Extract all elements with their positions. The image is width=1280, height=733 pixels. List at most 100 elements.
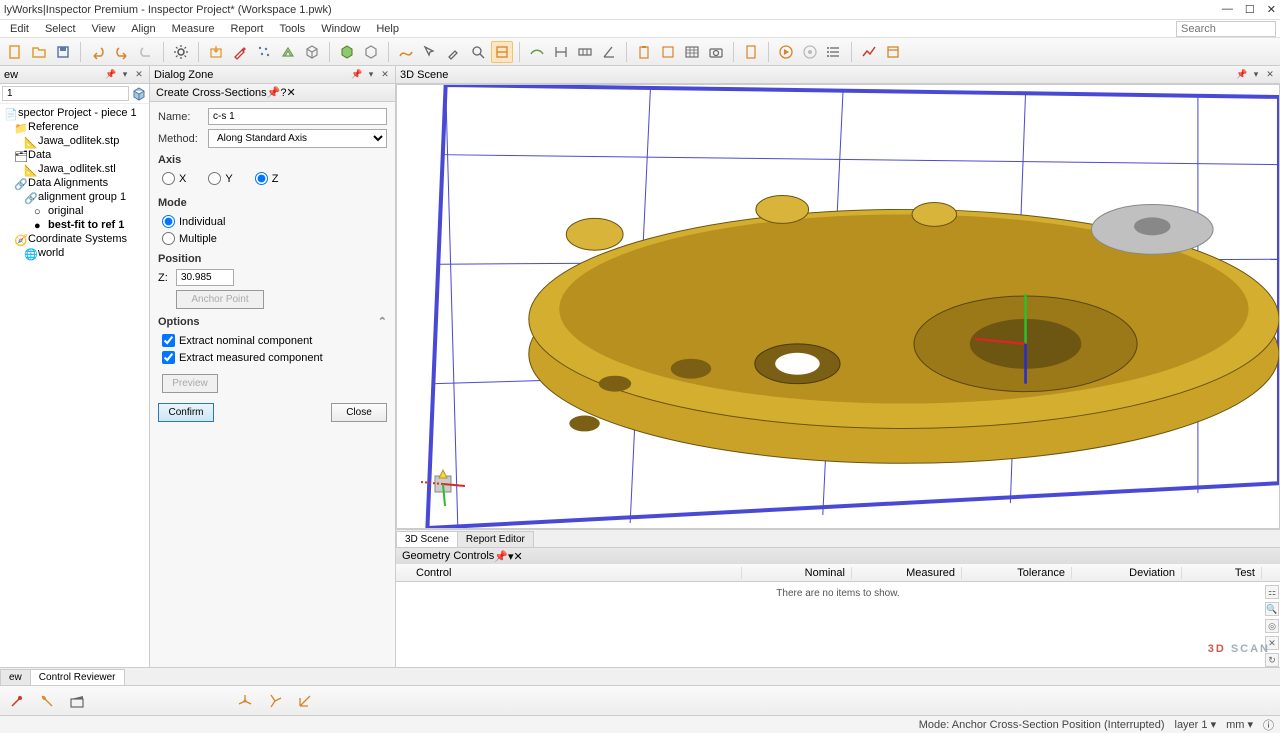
col-deviation[interactable]: Deviation: [1072, 567, 1182, 579]
tree-item[interactable]: ●best-fit to ref 1: [0, 218, 149, 232]
close-panel-icon[interactable]: ✕: [1264, 69, 1276, 81]
menu-report[interactable]: Report: [224, 21, 269, 37]
preview-button[interactable]: Preview: [162, 374, 218, 393]
dropdown-icon[interactable]: ▾: [365, 69, 377, 81]
close-icon[interactable]: ✕: [286, 86, 295, 99]
pin-icon[interactable]: 📌: [105, 69, 117, 81]
redo-icon[interactable]: [111, 41, 133, 63]
pin-icon[interactable]: 📌: [351, 69, 363, 81]
confirm-button[interactable]: Confirm: [158, 403, 214, 422]
probe2-icon[interactable]: [6, 690, 28, 712]
note-icon[interactable]: [657, 41, 679, 63]
tree-item[interactable]: 🔗alignment group 1: [0, 190, 149, 204]
settings-icon[interactable]: [170, 41, 192, 63]
import-icon[interactable]: [205, 41, 227, 63]
mesh-icon[interactable]: [277, 41, 299, 63]
method-select[interactable]: Along Standard Axis: [208, 129, 387, 148]
window-icon[interactable]: [882, 41, 904, 63]
pin-icon[interactable]: 📌: [494, 550, 508, 563]
geo-delete-icon[interactable]: ✕: [1265, 636, 1279, 650]
pick-icon[interactable]: [419, 41, 441, 63]
tree-item[interactable]: 🔗Data Alignments: [0, 176, 149, 190]
zoom-icon[interactable]: [467, 41, 489, 63]
search-input[interactable]: [1176, 21, 1276, 37]
col-tolerance[interactable]: Tolerance: [962, 567, 1072, 579]
table-icon[interactable]: [681, 41, 703, 63]
axes3-icon[interactable]: [294, 690, 316, 712]
geo-filter-icon[interactable]: ⚏: [1265, 585, 1279, 599]
close-panel-icon[interactable]: ✕: [379, 69, 391, 81]
shade-icon[interactable]: [360, 41, 382, 63]
angle-icon[interactable]: [598, 41, 620, 63]
dropdown-icon[interactable]: ▾: [119, 69, 131, 81]
tab-3d-scene[interactable]: 3D Scene: [396, 531, 458, 547]
col-test[interactable]: Test: [1182, 567, 1262, 579]
play-icon[interactable]: [775, 41, 797, 63]
section-icon[interactable]: [491, 41, 513, 63]
tree-item[interactable]: 🧭Coordinate Systems: [0, 232, 149, 246]
tab-control-reviewer[interactable]: Control Reviewer: [30, 669, 125, 685]
pin-icon[interactable]: 📌: [1236, 69, 1248, 81]
report-icon[interactable]: [740, 41, 762, 63]
model-icon[interactable]: [301, 41, 323, 63]
tree-item[interactable]: 📁Reference: [0, 120, 149, 134]
new-icon[interactable]: [4, 41, 26, 63]
caliper-icon[interactable]: [550, 41, 572, 63]
chart-icon[interactable]: [858, 41, 880, 63]
close-button[interactable]: ✕: [1267, 3, 1276, 16]
camera-icon[interactable]: [705, 41, 727, 63]
open-icon[interactable]: [28, 41, 50, 63]
dropdown-icon[interactable]: ▾: [1250, 69, 1262, 81]
tree-item[interactable]: 📐Jawa_odlitek.stl: [0, 162, 149, 176]
minimize-button[interactable]: —: [1222, 3, 1233, 16]
pin-icon[interactable]: 📌: [267, 86, 281, 99]
axis-x-radio[interactable]: X: [162, 172, 186, 185]
undo-icon[interactable]: [87, 41, 109, 63]
view-cube-icon[interactable]: [336, 41, 358, 63]
save-icon[interactable]: [52, 41, 74, 63]
eyedrop-icon[interactable]: [443, 41, 465, 63]
menu-measure[interactable]: Measure: [166, 21, 221, 37]
3d-viewport[interactable]: [396, 84, 1280, 529]
mode-individual-radio[interactable]: Individual: [162, 215, 387, 228]
tree-item[interactable]: 📄spector Project - piece 1: [0, 106, 149, 120]
geo-search-icon[interactable]: 🔍: [1265, 602, 1279, 616]
tree-combo[interactable]: 1: [2, 86, 129, 101]
menu-select[interactable]: Select: [39, 21, 82, 37]
points-icon[interactable]: [253, 41, 275, 63]
redo2-icon[interactable]: [135, 41, 157, 63]
extract-nominal-checkbox[interactable]: Extract nominal component: [162, 334, 387, 347]
axis-y-radio[interactable]: Y: [208, 172, 232, 185]
list-icon[interactable]: [823, 41, 845, 63]
axis-z-radio[interactable]: Z: [255, 172, 279, 185]
cube-icon[interactable]: [131, 86, 147, 102]
record-icon[interactable]: [799, 41, 821, 63]
view-triad[interactable]: [417, 458, 467, 508]
probe-icon[interactable]: [229, 41, 251, 63]
status-info-icon[interactable]: ⓘ: [1263, 717, 1274, 733]
tab-view[interactable]: ew: [0, 669, 31, 685]
tree-item[interactable]: ○original: [0, 204, 149, 218]
gdnt-icon[interactable]: [574, 41, 596, 63]
menu-align[interactable]: Align: [125, 21, 161, 37]
name-field[interactable]: [208, 108, 387, 125]
menu-tools[interactable]: Tools: [274, 21, 312, 37]
position-field[interactable]: [176, 269, 234, 286]
project-tree[interactable]: 📄spector Project - piece 1📁Reference📐Jaw…: [0, 104, 149, 667]
caliper2-icon[interactable]: [36, 690, 58, 712]
col-measured[interactable]: Measured: [852, 567, 962, 579]
clapper-icon[interactable]: [66, 690, 88, 712]
menu-edit[interactable]: Edit: [4, 21, 35, 37]
tree-item[interactable]: 📐Jawa_odlitek.stp: [0, 134, 149, 148]
close-panel-icon[interactable]: ✕: [514, 550, 523, 563]
geo-target-icon[interactable]: ◎: [1265, 619, 1279, 633]
anchor-point-button[interactable]: Anchor Point: [176, 290, 264, 309]
curve-icon[interactable]: [395, 41, 417, 63]
tree-item[interactable]: 🗂Data: [0, 148, 149, 162]
maximize-button[interactable]: ☐: [1245, 3, 1255, 16]
col-control[interactable]: Control: [396, 567, 742, 579]
axes2-icon[interactable]: [264, 690, 286, 712]
axes-icon[interactable]: [234, 690, 256, 712]
menu-help[interactable]: Help: [370, 21, 405, 37]
menu-view[interactable]: View: [86, 21, 122, 37]
